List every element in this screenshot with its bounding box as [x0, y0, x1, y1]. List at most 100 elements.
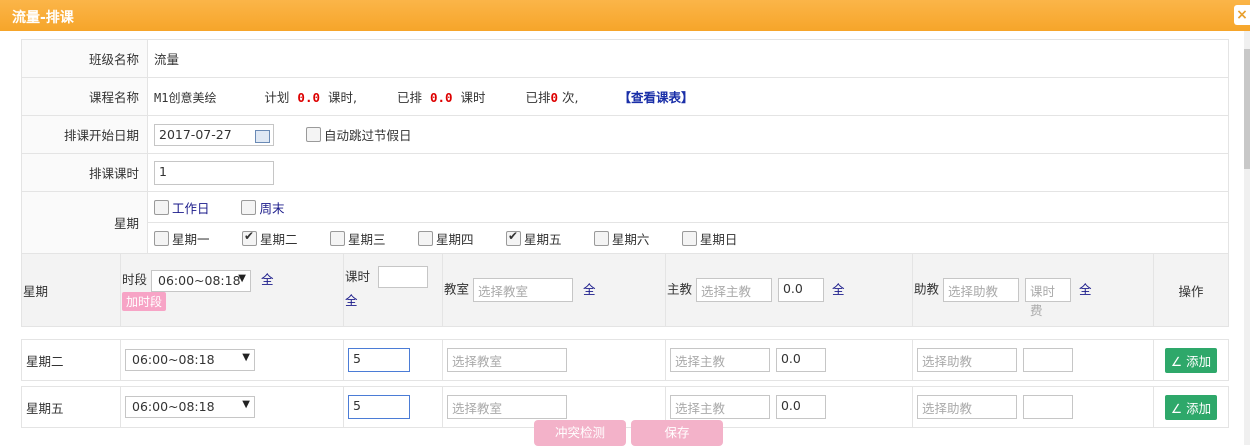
add-button-label: 添加 — [1186, 400, 1212, 416]
workday-checkbox[interactable] — [154, 199, 169, 215]
class-name-label: 班级名称 — [21, 39, 148, 78]
assistant-all-link[interactable]: 全 — [1079, 282, 1092, 297]
calendar-icon[interactable] — [255, 129, 270, 143]
row-weekday: 星期五 — [21, 386, 121, 428]
schedule-form: 班级名称 流量 课程名称 M1创意美绘 计划 0.0 课时, 已排 0.0 课时… — [21, 39, 1229, 254]
teacher-fee-all-input[interactable]: 0.0 — [777, 278, 824, 302]
row-hours-input[interactable]: 5 — [348, 348, 410, 372]
count-prefix: 已排 — [525, 90, 551, 105]
week-quick-row: 工作日 周末 — [147, 191, 1229, 223]
chevron-down-icon: ▼ — [238, 272, 246, 284]
scrollbar-thumb[interactable] — [1244, 49, 1250, 169]
wednesday-label: 星期三 — [347, 231, 386, 247]
assistant-label: 助教 — [914, 281, 940, 297]
col-weekday: 星期 — [21, 253, 121, 327]
teacher-label: 主教 — [667, 281, 693, 297]
sunday-label: 星期日 — [699, 231, 738, 247]
tuesday-checkbox[interactable] — [241, 229, 257, 246]
course-value: M1创意美绘 — [154, 91, 217, 105]
saturday-label: 星期六 — [611, 231, 650, 247]
thursday-checkbox[interactable] — [417, 230, 433, 246]
view-schedule-link[interactable]: 【查看课表】 — [618, 90, 693, 105]
friday-checkbox[interactable] — [505, 229, 521, 246]
schedule-grid: 星期 时段 06:00~08:18 ▼ 全 加时段 课时 全 教室 选择教室 全 … — [21, 253, 1229, 428]
row-teacher-input[interactable]: 选择主教 — [670, 395, 770, 419]
course-label: 课程名称 — [21, 77, 148, 116]
period-label: 时段 — [122, 272, 148, 288]
add-period-button[interactable]: 加时段 — [122, 291, 167, 311]
weekend-checkbox[interactable] — [241, 199, 257, 215]
done-prefix: 已排 — [396, 90, 422, 105]
row-hours-input[interactable]: 5 — [348, 395, 410, 419]
period-select-value: 06:00~08:18 — [158, 272, 241, 288]
scrollbar[interactable] — [1244, 31, 1250, 445]
sunday-checkbox[interactable] — [681, 230, 697, 246]
plan-suffix: 课时, — [327, 90, 357, 105]
plan-hours: 0.0 — [297, 90, 320, 105]
week-label: 星期 — [21, 191, 148, 254]
hours-all-link[interactable]: 全 — [345, 293, 358, 308]
assistant-all-input[interactable]: 选择助教 — [943, 278, 1019, 302]
saturday-checkbox[interactable] — [593, 230, 609, 246]
row-fee-input[interactable]: 0.0 — [775, 395, 826, 419]
tuesday-label: 星期二 — [259, 231, 298, 247]
period-select[interactable]: 06:00~08:18 ▼ — [151, 269, 251, 292]
window-titlebar: 流量-排课 × — [0, 0, 1250, 31]
wednesday-checkbox[interactable] — [329, 230, 345, 246]
start-date-input[interactable]: 2017-07-27 — [154, 123, 274, 146]
edit-icon: ∠ — [1170, 400, 1187, 416]
done-hours: 0.0 — [429, 90, 453, 105]
add-button[interactable]: ∠ 添加 — [1164, 347, 1218, 373]
col-classroom: 教室 选择教室 全 — [442, 253, 666, 327]
close-icon[interactable]: × — [1234, 5, 1250, 25]
start-date-value: 2017-07-27 — [159, 126, 232, 142]
row-assistant-fee-input[interactable] — [1022, 395, 1073, 419]
assistant-fee-all-input[interactable]: 课时费 — [1024, 278, 1071, 318]
hours-label: 课时 — [345, 268, 371, 284]
add-button-label: 添加 — [1186, 353, 1212, 369]
plan-prefix: 计划 — [264, 90, 290, 105]
classroom-all-input[interactable]: 选择教室 — [473, 278, 573, 302]
col-period: 时段 06:00~08:18 ▼ 全 加时段 — [120, 253, 344, 327]
chevron-down-icon: ▼ — [242, 399, 250, 410]
row-weekday: 星期二 — [21, 339, 121, 381]
classroom-label: 教室 — [444, 281, 470, 297]
row-fee-input[interactable]: 0.0 — [775, 348, 826, 372]
conflict-check-button[interactable]: 冲突检测 — [534, 420, 626, 446]
col-teacher: 主教 选择主教 0.0 全 — [665, 253, 913, 327]
window-title: 流量-排课 — [12, 10, 74, 26]
weekend-label: 周末 — [259, 200, 285, 216]
start-date-label: 排课开始日期 — [21, 115, 148, 154]
teacher-all-input[interactable]: 选择主教 — [696, 278, 772, 302]
row-assistant-input[interactable]: 选择助教 — [917, 348, 1017, 372]
week-days-row: 星期一 星期二 星期三 星期四 星期五 星期六 星期日 — [147, 222, 1229, 254]
monday-checkbox[interactable] — [154, 230, 169, 246]
workday-label: 工作日 — [172, 200, 210, 216]
row-classroom-input[interactable]: 选择教室 — [447, 395, 567, 419]
table-row: 星期二 06:00~08:18 ▼ 5 选择教室 选择主教 0.0 选择助教 ∠ … — [21, 339, 1229, 381]
save-button[interactable]: 保存 — [631, 420, 723, 446]
class-name-value: 流量 — [147, 39, 1229, 78]
thursday-label: 星期四 — [435, 231, 474, 247]
add-button[interactable]: ∠ 添加 — [1164, 394, 1218, 420]
hours-input[interactable]: 1 — [154, 160, 274, 185]
row-period-value: 06:00~08:18 — [132, 352, 215, 367]
row-assistant-fee-input[interactable] — [1022, 348, 1073, 372]
period-all-link[interactable]: 全 — [261, 272, 274, 287]
row-teacher-input[interactable]: 选择主教 — [670, 348, 770, 372]
row-period-select[interactable]: 06:00~08:18 ▼ — [125, 396, 255, 418]
row-assistant-input[interactable]: 选择助教 — [917, 395, 1017, 419]
col-assistant: 助教 选择助教 课时费 全 — [912, 253, 1154, 327]
classroom-all-link[interactable]: 全 — [583, 282, 596, 297]
count-suffix: 次, — [562, 90, 579, 105]
col-hours: 课时 全 — [343, 253, 443, 327]
row-period-select[interactable]: 06:00~08:18 ▼ — [125, 349, 255, 371]
done-suffix: 课时 — [460, 90, 486, 105]
skip-holiday-label: 自动跳过节假日 — [323, 128, 412, 143]
teacher-all-link[interactable]: 全 — [832, 282, 845, 297]
course-info: M1创意美绘 计划 0.0 课时, 已排 0.0 课时 已排0 次, 【查看课表… — [147, 77, 1229, 116]
row-classroom-input[interactable]: 选择教室 — [447, 348, 567, 372]
hours-all-input[interactable] — [378, 266, 428, 289]
row-period-value: 06:00~08:18 — [132, 399, 215, 414]
skip-holiday-checkbox[interactable] — [305, 127, 321, 142]
